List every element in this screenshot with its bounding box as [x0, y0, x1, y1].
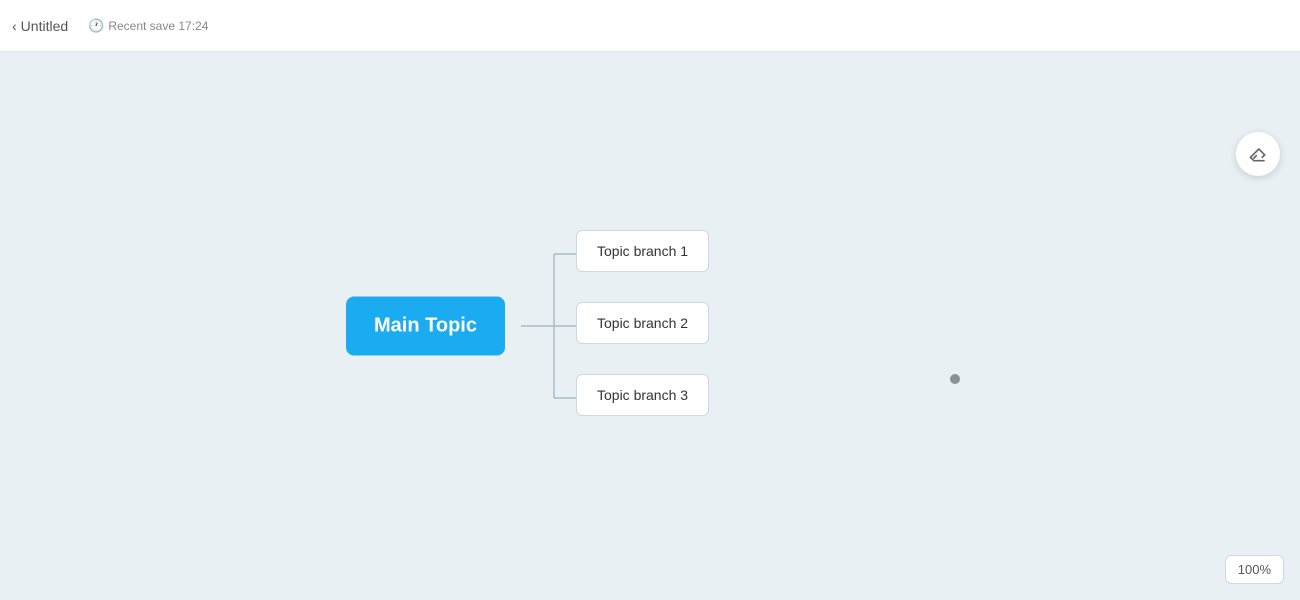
mindmap: Main Topic Topic branch 1 Topic branch 2… [346, 206, 746, 446]
eraser-button[interactable] [1236, 132, 1280, 176]
clock-icon: 🕐 [88, 18, 104, 34]
back-button[interactable]: ‹ Untitled [0, 18, 76, 34]
main-topic-node[interactable]: Main Topic [346, 297, 505, 356]
branch-node-1[interactable]: Topic branch 1 [576, 230, 709, 272]
save-status: 🕐 Recent save 17:24 [76, 18, 220, 34]
branch-node-3[interactable]: Topic branch 3 [576, 374, 709, 416]
zoom-indicator: 100% [1225, 555, 1284, 584]
file-title: Untitled [21, 18, 68, 34]
branch-node-2[interactable]: Topic branch 2 [576, 302, 709, 344]
canvas[interactable]: Main Topic Topic branch 1 Topic branch 2… [0, 52, 1300, 600]
cursor-indicator [950, 374, 960, 384]
back-icon: ‹ [12, 18, 17, 34]
